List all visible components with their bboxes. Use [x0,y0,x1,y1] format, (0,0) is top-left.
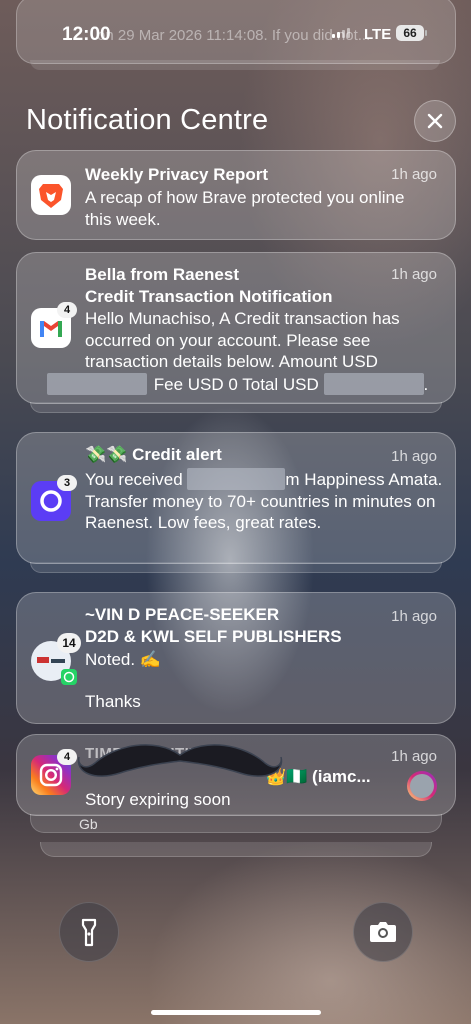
stacked-hint-text: Gb [79,816,98,832]
notification-body-start: You received [85,470,183,489]
notification-raenest[interactable]: 3 💸💸 Credit alert 1h ago You received m … [16,432,456,564]
raenest-app-icon: 3 [31,475,77,521]
notification-instagram[interactable]: 4 TIME SENSITIVE 1h ago 👑🇳🇬 (iamc... Sto… [16,734,456,816]
redacted-total [323,372,424,395]
previous-notification-stack-edge [30,60,440,70]
close-icon [427,113,443,129]
gmail-app-icon: 4 [31,302,77,348]
gmail-stack-edge [30,402,442,413]
notification-time: 1h ago [391,748,437,765]
notification-title: D2D & KWL SELF PUBLISHERS [85,627,342,646]
redacted-amount [47,372,147,395]
notification-body: You received m Happiness Amata. Transfer… [85,468,445,534]
notification-time: 1h ago [391,608,437,625]
money-emoji-icon: 💸💸 [85,445,128,464]
home-indicator[interactable] [151,1010,321,1015]
story-avatar [407,771,437,801]
brave-app-icon [31,175,71,215]
status-bar: 12:00 LTE 66 [0,0,471,60]
mustache-sticker-icon [77,744,283,777]
whatsapp-icon [61,669,77,685]
notification-title-text: Credit alert [132,445,222,464]
raenest-stack-edge [30,562,442,573]
notification-body-end: . [423,374,429,394]
notification-body-line2: Thanks [85,692,141,711]
network-type: LTE [364,26,392,43]
notification-title: Credit Transaction Notification [85,287,333,306]
notification-body-line1: Noted. ✍️ [85,650,161,669]
notification-sender: Bella from Raenest [85,265,239,284]
notification-title: Weekly Privacy Report [85,165,268,184]
instagram-app-icon: 4 [31,749,77,795]
redacted-amount [187,468,286,490]
notification-gmail[interactable]: 4 Bella from Raenest 1h ago Credit Trans… [16,252,456,404]
flashlight-button[interactable] [59,902,119,962]
notification-body: A recap of how Brave protected you onlin… [85,188,405,229]
instagram-badge: 4 [57,749,77,765]
battery-icon: 66 [396,25,424,41]
instagram-stack-edge: Gb [30,814,442,833]
notification-body: Story expiring soon [85,790,231,809]
camera-button[interactable] [353,902,413,962]
flashlight-icon [81,918,97,947]
notification-body: Hello Munachiso, A Credit transaction ha… [47,308,445,395]
battery-tip [425,30,427,36]
page-title: Notification Centre [26,104,269,136]
notification-time: 1h ago [391,266,437,283]
raenest-badge: 3 [57,475,77,491]
camera-icon [370,922,396,942]
notification-sender: ~VIN D PEACE-SEEKER [85,605,280,624]
notification-body-line2: Fee USD 0 Total USD [153,374,319,394]
signal-icon [332,28,350,38]
gmail-badge: 4 [57,302,77,318]
clear-all-button[interactable] [414,100,456,142]
notification-title: 💸💸 Credit alert [85,445,222,465]
notification-brave[interactable]: Weekly Privacy Report 1h ago A recap of … [16,150,456,240]
notification-body-line1: Hello Munachiso, A Credit transaction ha… [85,309,400,371]
instagram-stack-edge-2 [40,842,432,857]
notification-whatsapp[interactable]: 14 ~VIN D PEACE-SEEKER 1h ago D2D & KWL … [16,592,456,724]
whatsapp-badge: 14 [57,633,81,653]
brave-lion-icon [39,184,63,208]
status-time: 12:00 [62,24,111,45]
notification-time: 1h ago [391,448,437,465]
notification-time: 1h ago [391,166,437,183]
group-avatar: 14 [31,633,81,685]
